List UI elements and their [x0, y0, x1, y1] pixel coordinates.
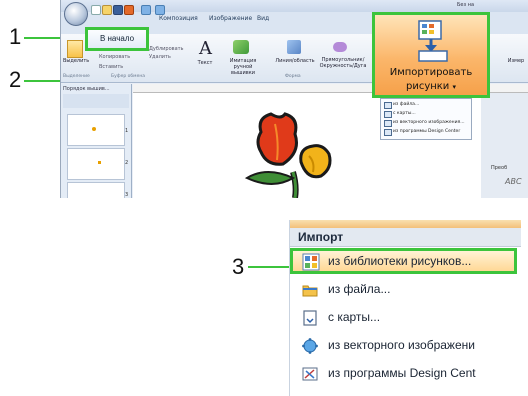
menu-item-from-file-label: из файла...	[328, 282, 391, 296]
edit-button[interactable]: Измер	[505, 58, 527, 64]
tab-image[interactable]: Изображение	[209, 15, 252, 22]
menu-item-from-library-label: из библиотеки рисунков...	[328, 254, 472, 268]
design-center-icon	[302, 367, 318, 381]
tulip-stem	[244, 171, 299, 198]
import-mini-menu: из файла... с карты... из векторного изо…	[380, 98, 472, 140]
callout-1: 1	[9, 24, 22, 49]
rect-circle-button[interactable]: Прямоугольник/ Окружность/Дуга	[317, 57, 369, 69]
qat-undo-icon[interactable]	[141, 5, 151, 15]
mini-vector-icon	[384, 120, 392, 127]
import-images-label-line1: Импортировать	[389, 67, 473, 78]
mini-card-icon	[384, 111, 392, 118]
folder-icon	[302, 285, 318, 297]
tulip-red-flower	[256, 112, 298, 166]
home-tab[interactable]: В начало	[85, 27, 149, 51]
qat-open-icon[interactable]	[102, 5, 112, 15]
menu-item-from-vector[interactable]: из векторного изображени	[290, 334, 521, 358]
mini-design-center-icon	[384, 129, 392, 136]
menu-item-from-library[interactable]: из библиотеки рисунков...	[290, 248, 517, 274]
group-shape-label: Форма	[285, 74, 301, 79]
qat-new-icon[interactable]	[91, 5, 101, 15]
import-menu-top-strip	[290, 220, 521, 228]
line-area-button[interactable]: Линия/область	[271, 58, 319, 64]
duplicate-button[interactable]: Дублировать	[149, 46, 184, 52]
thumb-2-number: 2	[125, 160, 129, 166]
library-icon	[302, 253, 320, 271]
rect-circle-icon	[333, 42, 347, 52]
text-button[interactable]: Текст	[193, 60, 217, 66]
mini-item-from-design-center[interactable]: из программы Design Center	[393, 129, 460, 134]
qat-transfer-icon[interactable]	[124, 5, 134, 15]
copy-button[interactable]: Копировать	[99, 54, 130, 60]
menu-item-from-design-center[interactable]: из программы Design Cent	[290, 362, 521, 386]
thumb-2[interactable]	[67, 148, 125, 180]
mini-item-from-file[interactable]: из файла...	[393, 102, 419, 107]
menu-item-from-design-center-label: из программы Design Cent	[328, 366, 476, 380]
import-menu-zoom: Импорт из библиотеки рисунков... из файл…	[289, 220, 521, 396]
qat-save-icon[interactable]	[113, 5, 123, 15]
import-images-label-text: рисунки	[405, 81, 450, 92]
select-button[interactable]: Выделить	[63, 58, 89, 64]
import-images-label-line2: рисунки ▾	[375, 81, 487, 92]
callout-2: 2	[9, 67, 22, 92]
menu-item-from-card[interactable]: с карты...	[290, 306, 521, 330]
thumb-1-dot	[92, 127, 96, 131]
group-select-label: Выделение	[63, 74, 90, 79]
right-panel: Преоб ABC	[481, 93, 528, 198]
select-arrow-icon	[67, 40, 83, 58]
menu-item-from-vector-label: из векторного изображени	[328, 338, 475, 352]
mini-item-from-vector[interactable]: из векторного изображения...	[393, 120, 465, 125]
right-panel-label: Преоб	[491, 165, 508, 171]
tulip-design	[244, 112, 332, 198]
import-images-button[interactable]: Импортировать рисунки ▾	[372, 12, 490, 98]
right-panel-sample: ABC	[505, 177, 522, 186]
app-menu-button[interactable]	[64, 2, 88, 26]
hand-embroidery-icon	[233, 40, 249, 54]
hand-embroidery-button[interactable]: Имитация ручной вышивки	[221, 58, 265, 76]
thumb-3[interactable]	[67, 182, 125, 198]
delete-button[interactable]: Удалить	[149, 54, 171, 60]
tab-view[interactable]: Вид	[257, 15, 269, 22]
text-icon: A	[199, 38, 212, 59]
line-area-icon	[287, 40, 301, 54]
import-menu-header: Импорт	[290, 228, 521, 247]
thumb-1[interactable]	[67, 114, 125, 146]
mini-item-from-card[interactable]: с карты...	[393, 111, 416, 116]
tulip-yellow-flower	[299, 144, 332, 179]
group-clipboard-label: Буфер обмена	[111, 74, 146, 79]
sewing-order-title: Порядок вышив...	[63, 86, 110, 92]
thumb-1-number: 1	[125, 128, 129, 134]
callout-3-line	[248, 266, 290, 268]
menu-item-from-file[interactable]: из файла...	[290, 278, 521, 302]
tab-composition[interactable]: Композиция	[159, 15, 198, 22]
panel-toolbar	[63, 94, 129, 108]
callout-3: 3	[232, 254, 245, 279]
menu-item-from-card-label: с карты...	[328, 310, 381, 324]
paste-button[interactable]: Вставить	[99, 64, 123, 70]
thumb-2-dot	[98, 161, 101, 164]
dropdown-arrow-icon: ▾	[452, 83, 457, 91]
qat-redo-icon[interactable]	[155, 5, 165, 15]
card-icon	[303, 310, 317, 326]
mini-folder-icon	[384, 102, 392, 109]
import-images-icon	[418, 20, 448, 62]
import-menu-header-label: Импорт	[298, 230, 344, 244]
thumb-3-number: 3	[125, 192, 129, 198]
vector-icon	[302, 338, 318, 354]
window-title: Без на	[457, 2, 475, 8]
